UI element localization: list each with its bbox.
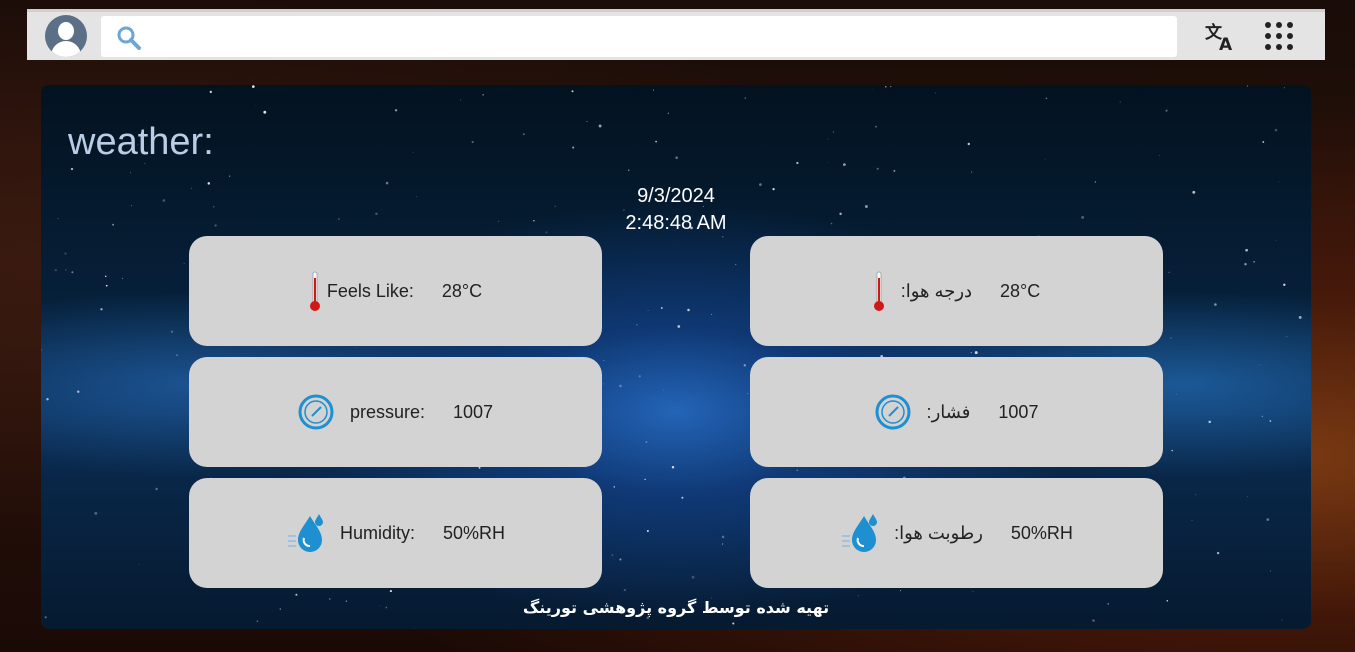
feels-like-label: Feels Like:: [326, 280, 414, 301]
search-box[interactable]: [101, 16, 1177, 57]
humidity-label: Humidity:: [339, 522, 415, 543]
humidity-fa-label: :رطوبت هوا: [894, 522, 983, 543]
pressure-value: 1007: [453, 401, 494, 422]
temperature-fa-card: :درجه هوا 28°C: [750, 236, 1163, 346]
temperature-fa-label: :درجه هوا: [900, 280, 973, 301]
gauge-icon: [298, 394, 334, 430]
water-drop-icon: [842, 514, 878, 552]
apps-grid-icon[interactable]: [1265, 22, 1293, 50]
pressure-card: pressure: 1007: [189, 357, 602, 467]
footer-credit: تهیه شده توسط گروه پژوهشی تورینگ: [522, 598, 830, 617]
temperature-fa-value: 28°C: [1000, 280, 1041, 301]
humidity-value: 50%RH: [442, 522, 506, 543]
feels-like-value: 28°C: [441, 280, 483, 301]
thermometer-icon: [309, 271, 320, 311]
gauge-icon: [875, 394, 911, 430]
search-icon: [117, 26, 141, 50]
page-title: weather:: [68, 121, 214, 163]
pressure-fa-value: 1007: [998, 401, 1039, 422]
time-text: 2:48:48 AM: [625, 212, 727, 234]
top-bar: 文 A: [27, 9, 1325, 60]
weather-panel: weather: 9/3/2024 2:48:48 AM Feels Like:…: [41, 85, 1311, 629]
pressure-fa-card: :فشار 1007: [750, 357, 1163, 467]
datetime: 9/3/2024 2:48:48 AM: [576, 183, 776, 237]
date-text: 9/3/2024: [637, 185, 715, 207]
avatar[interactable]: [45, 15, 87, 57]
thermometer-icon: [873, 271, 884, 311]
svg-text:A: A: [1219, 35, 1233, 52]
humidity-fa-card: :رطوبت هوا 50%RH: [750, 478, 1163, 588]
humidity-fa-value: 50%RH: [1010, 522, 1073, 543]
feels-like-card: Feels Like: 28°C: [189, 236, 602, 346]
water-drop-icon: [287, 514, 323, 552]
pressure-fa-label: :فشار: [926, 401, 971, 422]
humidity-card: Humidity: 50%RH: [189, 478, 602, 588]
pressure-label: pressure:: [349, 401, 425, 422]
translate-icon[interactable]: 文 A: [1205, 20, 1239, 52]
search-input[interactable]: [151, 22, 1165, 52]
